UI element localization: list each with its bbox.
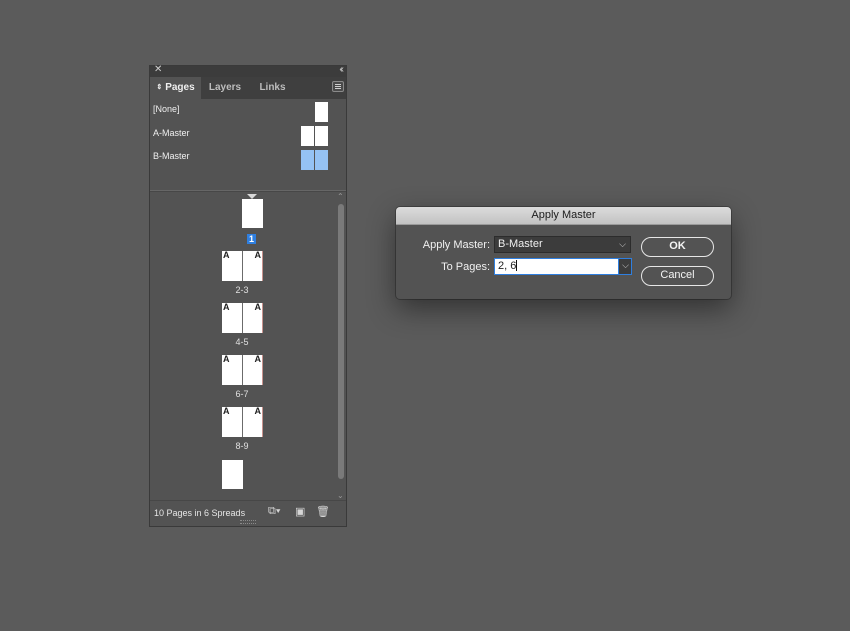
edit-page-size-icon[interactable]: ⧉▾: [268, 505, 280, 518]
master-b-label: B-Master: [153, 151, 190, 161]
tab-layers[interactable]: Layers: [201, 77, 249, 99]
page-thumbnail-10[interactable]: [222, 460, 243, 489]
tab-sort-icon: ⇕: [156, 84, 163, 91]
panel-tab-bar: ⇕ Pages Layers Links: [150, 77, 346, 99]
panel-menu-icon[interactable]: [332, 81, 344, 92]
cancel-button[interactable]: Cancel: [641, 266, 714, 286]
master-prefix: A: [223, 406, 230, 416]
pages-area: 1 A A 2-3 A A 4-5 A A 6-7 A A 8-9: [150, 192, 335, 500]
apply-master-value: B-Master: [498, 238, 543, 250]
close-icon[interactable]: ✕: [154, 64, 162, 75]
chevron-down-icon: ⌵: [619, 239, 626, 249]
page-label-1[interactable]: 1: [247, 234, 257, 244]
scroll-down-icon[interactable]: ⌄: [337, 491, 344, 500]
master-prefix: A: [223, 250, 230, 260]
master-prefix: A: [254, 406, 262, 416]
master-none-thumbnail: [315, 102, 328, 122]
master-none[interactable]: [None]: [150, 101, 346, 123]
resize-grip[interactable]: [240, 520, 256, 524]
panel-title-bar: ✕ ‹‹: [150, 64, 346, 77]
apply-master-label: Apply Master:: [422, 239, 490, 251]
ok-button[interactable]: OK: [641, 237, 714, 257]
chevron-down-icon: ⌵: [622, 260, 629, 270]
apply-master-select[interactable]: B-Master ⌵: [494, 236, 631, 253]
spread-label-6-7[interactable]: 6-7: [222, 389, 262, 399]
master-a[interactable]: A-Master: [150, 125, 346, 147]
to-pages-input[interactable]: 2, 6: [494, 258, 619, 275]
page-thumbnail-4[interactable]: A: [222, 302, 242, 333]
spread-label-8-9[interactable]: 8-9: [222, 441, 262, 451]
tab-pages[interactable]: ⇕ Pages: [150, 77, 201, 99]
tab-pages-label: Pages: [165, 82, 195, 93]
master-prefix: A: [254, 250, 262, 260]
master-a-right-thumbnail: [315, 126, 328, 146]
page-thumbnail-7[interactable]: A: [243, 354, 263, 385]
panel-footer: 10 Pages in 6 Spreads ⧉▾ ▣ 🗑: [150, 500, 346, 526]
tab-links[interactable]: Links: [249, 77, 296, 99]
scrollbar-thumb[interactable]: [338, 204, 344, 479]
master-none-label: [None]: [153, 104, 180, 114]
master-prefix: A: [223, 354, 230, 364]
collapse-panel-icon[interactable]: ‹‹: [339, 64, 343, 75]
page-thumbnail-3[interactable]: A: [243, 250, 263, 281]
master-prefix: A: [254, 302, 262, 312]
master-a-label: A-Master: [153, 128, 190, 138]
pages-status-text: 10 Pages in 6 Spreads: [154, 508, 246, 518]
page-thumbnail-2[interactable]: A: [222, 250, 242, 281]
page-thumbnail-5[interactable]: A: [243, 302, 263, 333]
master-b-right-thumbnail: [315, 150, 328, 170]
trash-icon[interactable]: 🗑: [316, 505, 330, 518]
new-page-icon[interactable]: ▣: [295, 505, 305, 518]
master-b[interactable]: B-Master: [150, 148, 346, 170]
apply-master-dialog: Apply Master Apply Master: B-Master ⌵ To…: [396, 207, 731, 299]
to-pages-label: To Pages:: [441, 261, 490, 273]
master-prefix: A: [254, 354, 262, 364]
pages-scrollbar[interactable]: ⌃ ⌄: [336, 192, 346, 500]
page-thumbnail-9[interactable]: A: [243, 406, 263, 437]
page-thumbnail-8[interactable]: A: [222, 406, 242, 437]
master-a-left-thumbnail: [301, 126, 314, 146]
to-pages-dropdown[interactable]: ⌵: [618, 258, 632, 275]
spread-label-2-3[interactable]: 2-3: [222, 285, 262, 295]
page-thumbnail-1[interactable]: [242, 199, 263, 228]
spread-label-4-5[interactable]: 4-5: [222, 337, 262, 347]
master-b-left-thumbnail: [301, 150, 314, 170]
dialog-title: Apply Master: [396, 207, 731, 225]
scroll-up-icon[interactable]: ⌃: [337, 192, 344, 201]
page-thumbnail-6[interactable]: A: [222, 354, 242, 385]
master-prefix: A: [223, 302, 230, 312]
pages-panel: ✕ ‹‹ ⇕ Pages Layers Links [None] A-Master…: [149, 64, 347, 527]
